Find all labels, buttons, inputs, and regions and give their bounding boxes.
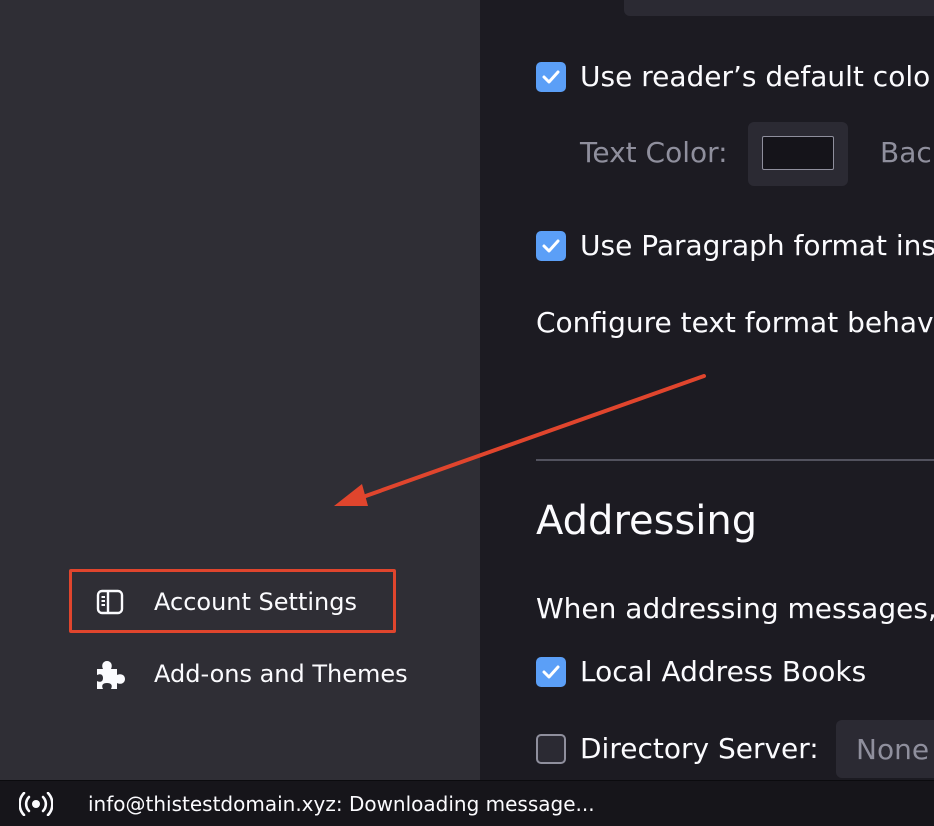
sidebar-item-addons-themes[interactable]: Add-ons and Themes bbox=[92, 654, 408, 694]
checkmark-icon bbox=[542, 239, 560, 252]
status-text: info@thistestdomain.xyz: Downloading mes… bbox=[88, 791, 595, 816]
account-settings-icon bbox=[92, 584, 128, 620]
directory-server-value: None bbox=[856, 732, 930, 766]
sidebar-item-account-settings[interactable]: Account Settings bbox=[92, 582, 357, 622]
status-bar: info@thistestdomain.xyz: Downloading mes… bbox=[0, 780, 934, 826]
directory-server-label: Directory Server: bbox=[580, 732, 819, 765]
local-address-books-label: Local Address Books bbox=[580, 655, 867, 688]
puzzle-piece-icon bbox=[92, 656, 128, 692]
reader-colors-checkbox[interactable] bbox=[536, 61, 566, 92]
addressing-description: When addressing messages, bbox=[536, 592, 934, 625]
directory-server-row[interactable]: Directory Server: bbox=[536, 732, 819, 765]
reader-colors-label: Use reader’s default colo bbox=[580, 60, 931, 93]
local-address-books-checkbox[interactable] bbox=[536, 656, 566, 687]
top-field[interactable] bbox=[624, 0, 934, 16]
sidebar-item-label: Account Settings bbox=[154, 588, 357, 616]
addressing-heading: Addressing bbox=[536, 498, 758, 544]
paragraph-format-row[interactable]: Use Paragraph format ins bbox=[536, 229, 934, 262]
directory-server-select[interactable]: None bbox=[836, 720, 934, 778]
main-content: Use reader’s default colo Text Color: Ba… bbox=[480, 0, 934, 780]
configure-text-label: Configure text format behavi bbox=[536, 306, 934, 339]
connection-broadcast-icon[interactable] bbox=[18, 786, 54, 822]
text-color-label: Text Color: bbox=[580, 136, 728, 169]
sidebar-item-label: Add-ons and Themes bbox=[154, 660, 408, 688]
checkmark-icon bbox=[542, 70, 560, 83]
text-color-picker[interactable] bbox=[748, 122, 848, 186]
paragraph-format-label: Use Paragraph format ins bbox=[580, 229, 934, 262]
text-color-swatch bbox=[762, 136, 834, 170]
local-address-books-row[interactable]: Local Address Books bbox=[536, 655, 866, 688]
paragraph-format-checkbox[interactable] bbox=[536, 230, 566, 261]
section-divider bbox=[536, 459, 934, 461]
checkmark-icon bbox=[542, 665, 560, 678]
reader-colors-row[interactable]: Use reader’s default colo bbox=[536, 60, 930, 93]
configure-text-link[interactable]: Configure text format behavi bbox=[536, 306, 934, 339]
background-color-label: Bac bbox=[880, 136, 932, 169]
sidebar: Account Settings Add-ons and Themes bbox=[0, 0, 480, 780]
directory-server-checkbox[interactable] bbox=[536, 733, 566, 764]
